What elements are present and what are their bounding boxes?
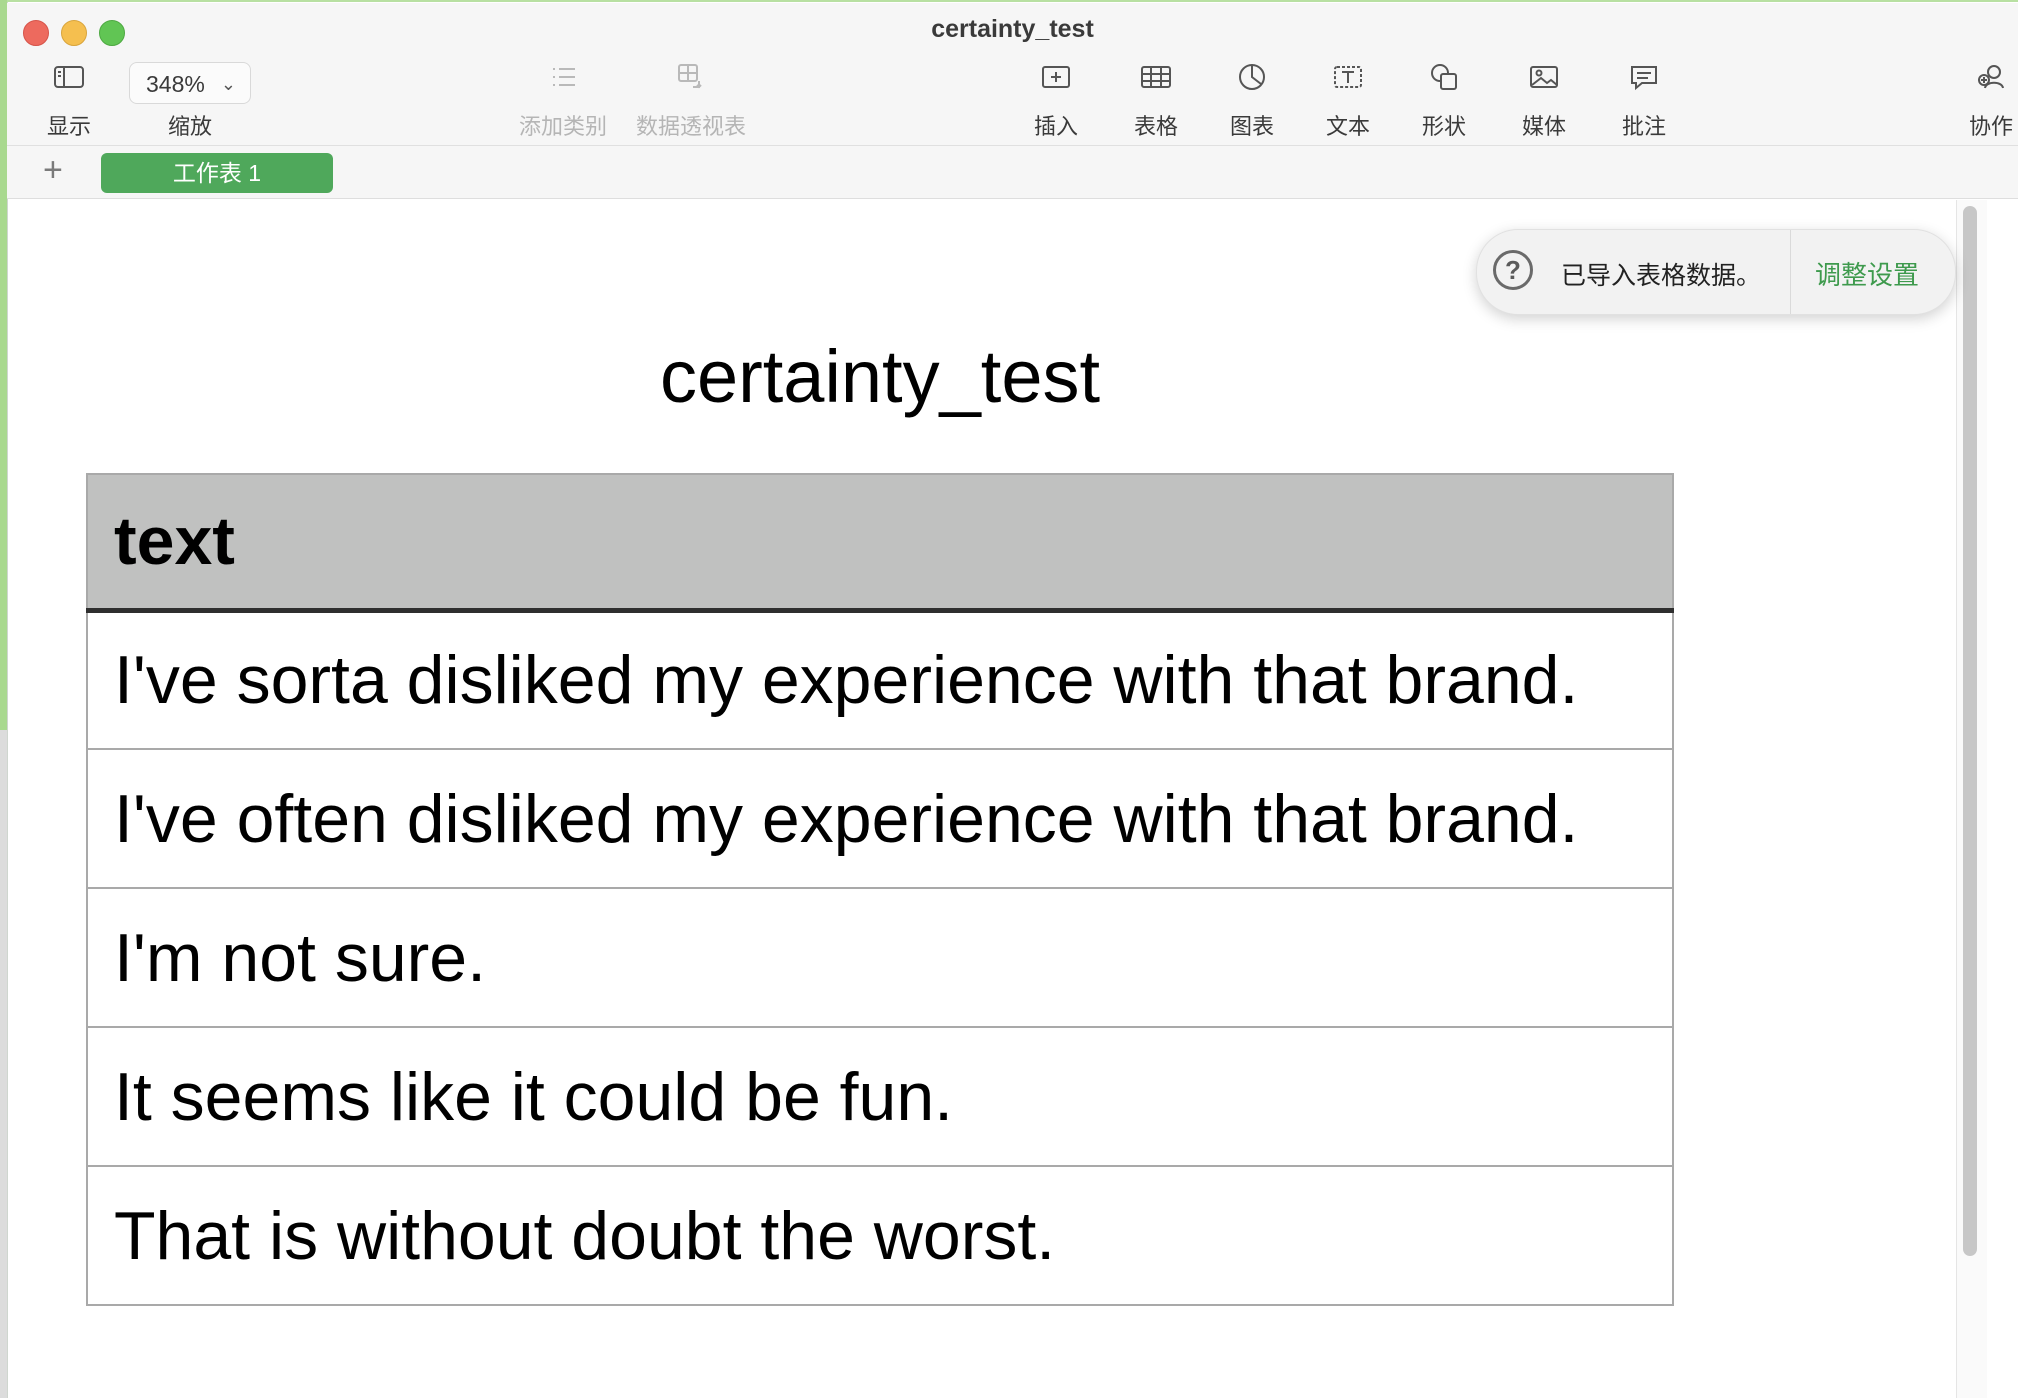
collaborate-icon (1978, 65, 2004, 89)
display-label: 显示 (46, 114, 91, 139)
text-label: 文本 (1325, 114, 1370, 139)
chart-button[interactable]: 图表 (1212, 57, 1292, 141)
image-icon (1530, 66, 1558, 88)
collaborate-label: 协作 (1968, 114, 2013, 139)
display-button[interactable]: 显示 (29, 57, 109, 141)
comment-button[interactable]: 批注 (1604, 57, 1684, 141)
zoom-label-wrap: 缩放 (150, 57, 230, 141)
table-row: It seems like it could be fun. (87, 1026, 1673, 1166)
shape-icon (1431, 64, 1457, 90)
import-notification: ? 已导入表格数据。 调整设置 (1476, 229, 1956, 315)
column-header-text[interactable]: text (87, 474, 1673, 613)
table-icon (1141, 66, 1171, 88)
shape-button[interactable]: 形状 (1404, 57, 1484, 141)
sheet-tab-bar: + 工作表 1 (7, 146, 2018, 199)
insert-icon (1042, 66, 1070, 88)
notification-message: 已导入表格数据。 (1561, 262, 1762, 290)
table-cell[interactable]: I've sorta disliked my experience with t… (87, 609, 1673, 749)
collaborate-button[interactable]: 协作 (1951, 57, 2018, 141)
text-box-icon (1334, 66, 1362, 88)
table-cell[interactable]: That is without doubt the worst. (87, 1165, 1673, 1305)
pivot-table-label: 数据透视表 (635, 114, 746, 139)
comment-icon (1631, 66, 1657, 91)
pivot-table-button[interactable]: 数据透视表 (629, 57, 753, 141)
list-icon (553, 68, 575, 86)
sheet-tab-1[interactable]: 工作表 1 (101, 153, 333, 193)
table-label: 表格 (1133, 114, 1178, 139)
add-category-label: 添加类别 (518, 114, 607, 139)
shape-label: 形状 (1421, 114, 1466, 139)
background-window-edge-lower (0, 730, 7, 1398)
pie-chart-icon (1239, 64, 1265, 90)
toolbar: certainty_test 显示 348% ⌄ 缩放 添加类别 数据透视表 插… (7, 3, 2018, 146)
pivot-table-icon (678, 64, 702, 89)
vertical-scroll-thumb[interactable] (1963, 206, 1977, 1256)
sidebar-icon (54, 66, 84, 88)
data-table[interactable]: text I've sorta disliked my experience w… (86, 473, 1674, 1306)
table-row: I've often disliked my experience with t… (87, 748, 1673, 888)
document-title: certainty_test (659, 335, 1101, 418)
notification-divider (1790, 230, 1791, 314)
table-row: That is without doubt the worst. (87, 1165, 1673, 1305)
insert-label: 插入 (1033, 114, 1078, 139)
insert-button[interactable]: 插入 (1016, 57, 1096, 141)
media-button[interactable]: 媒体 (1504, 57, 1584, 141)
text-button[interactable]: 文本 (1308, 57, 1388, 141)
table-cell[interactable]: I'm not sure. (87, 887, 1673, 1027)
comment-label: 批注 (1621, 114, 1666, 139)
zoom-label: 缩放 (167, 114, 212, 139)
chart-label: 图表 (1229, 114, 1274, 139)
window-title: certainty_test (931, 15, 1094, 43)
adjust-settings-button[interactable]: 调整设置 (1815, 255, 1919, 292)
media-label: 媒体 (1521, 114, 1566, 139)
add-sheet-button[interactable]: + (43, 152, 63, 188)
table-row: I've sorta disliked my experience with t… (87, 609, 1673, 749)
table-cell[interactable]: It seems like it could be fun. (87, 1026, 1673, 1166)
help-icon[interactable]: ? (1493, 250, 1533, 290)
table-row: I'm not sure. (87, 887, 1673, 1027)
table-header-row: text (87, 474, 1673, 613)
table-cell[interactable]: I've often disliked my experience with t… (87, 748, 1673, 888)
table-button[interactable]: 表格 (1116, 57, 1196, 141)
add-category-button[interactable]: 添加类别 (513, 57, 613, 141)
